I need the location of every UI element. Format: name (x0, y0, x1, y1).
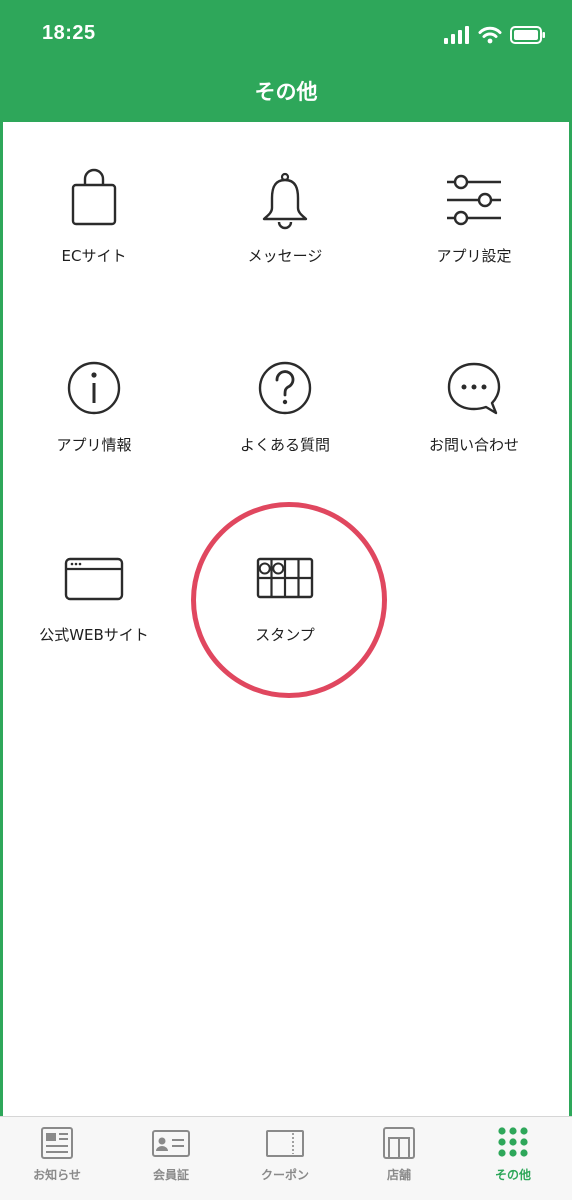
menu-item-app-settings[interactable]: アプリ設定 (384, 168, 564, 318)
question-icon (258, 361, 312, 415)
menu-item-label: メッセージ (247, 247, 323, 265)
battery-icon (510, 26, 545, 44)
browser-window-icon (64, 557, 124, 601)
tab-coupon[interactable]: クーポン (228, 1117, 342, 1200)
menu-item-label: アプリ設定 (436, 247, 512, 265)
menu-item-label: よくある質問 (239, 436, 330, 454)
menu-item-official-website[interactable]: 公式WEBサイト (4, 547, 184, 697)
page-title: その他 (254, 80, 318, 104)
cellular-signal-icon (444, 26, 469, 44)
tab-news[interactable]: お知らせ (0, 1117, 114, 1200)
wifi-icon (478, 26, 502, 44)
member-card-icon (152, 1130, 190, 1157)
menu-item-label: お問い合わせ (428, 436, 519, 454)
bell-icon (262, 172, 308, 230)
menu-item-app-info[interactable]: アプリ情報 (4, 357, 184, 507)
coupon-icon (266, 1130, 304, 1157)
tab-bar: お知らせ 会員証 クーポン 店舗 その他 (0, 1116, 572, 1200)
menu-item-label: 公式WEBサイト (39, 626, 149, 644)
tab-label: お知らせ (33, 1168, 81, 1182)
news-icon (41, 1127, 73, 1159)
grid-dots-icon (498, 1127, 528, 1157)
status-time: 18:25 (42, 22, 96, 44)
tab-label: 店舗 (386, 1168, 411, 1182)
menu-item-label: アプリ情報 (56, 436, 132, 454)
shopping-bag-icon (71, 168, 117, 226)
tab-label: クーポン (260, 1168, 309, 1182)
tab-member-card[interactable]: 会員証 (114, 1117, 228, 1200)
menu-item-faq[interactable]: よくある質問 (195, 357, 375, 507)
tab-store[interactable]: 店舗 (342, 1117, 456, 1200)
chat-bubble-icon (447, 362, 501, 415)
app-screen: 18:25 その他 ECサイト メッセージ アプリ設定 アプリ情報 よくある質問… (0, 0, 572, 1200)
tab-label: 会員証 (152, 1168, 189, 1182)
stamp-card-icon (256, 557, 314, 599)
menu-item-ec-site[interactable]: ECサイト (4, 168, 184, 318)
info-icon (67, 361, 121, 415)
tab-label: その他 (494, 1168, 531, 1182)
sliders-icon (447, 174, 501, 226)
store-icon (383, 1127, 415, 1159)
header-bar: 18:25 その他 (0, 0, 572, 122)
menu-item-stamp[interactable]: スタンプ (195, 547, 375, 697)
menu-item-message[interactable]: メッセージ (195, 168, 375, 318)
menu-item-contact[interactable]: お問い合わせ (384, 357, 564, 507)
menu-item-label: ECサイト (61, 247, 127, 265)
frame-border-left (0, 122, 3, 1116)
menu-item-label: スタンプ (255, 626, 315, 644)
status-icons (444, 24, 546, 46)
tab-other[interactable]: その他 (456, 1117, 570, 1200)
